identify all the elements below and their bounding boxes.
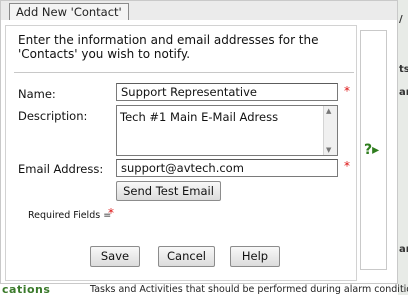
description-scrollbar[interactable]: ▲ ▼ bbox=[323, 106, 337, 155]
intro-text: Enter the information and email addresse… bbox=[18, 33, 319, 61]
scroll-up-icon[interactable]: ▲ bbox=[326, 107, 331, 115]
background-text: Tasks and Activities that should be perf… bbox=[90, 284, 408, 295]
help-button[interactable]: Help bbox=[230, 246, 280, 267]
name-label: Name: bbox=[18, 87, 56, 101]
help-side-panel: ?▸ bbox=[360, 30, 387, 270]
background-text: / bbox=[399, 14, 403, 25]
email-label: Email Address: bbox=[18, 162, 104, 176]
dialog-titlebar[interactable]: Add New 'Contact' bbox=[1, 1, 397, 20]
description-textarea[interactable]: Tech #1 Main E-Mail Adress ▲ ▼ bbox=[116, 105, 338, 156]
required-fields-label: Required Fields = bbox=[28, 210, 112, 221]
description-value: Tech #1 Main E-Mail Adress bbox=[120, 110, 279, 124]
name-input[interactable]: Support Representative bbox=[116, 83, 338, 101]
background-text: ar bbox=[399, 87, 408, 98]
required-marker: * bbox=[344, 84, 350, 98]
background-text: ts bbox=[399, 64, 408, 75]
save-button[interactable]: Save bbox=[90, 246, 140, 267]
send-test-email-button[interactable]: Send Test Email bbox=[116, 181, 221, 201]
background-text: ar bbox=[399, 244, 408, 255]
scroll-down-icon[interactable]: ▼ bbox=[326, 146, 331, 154]
background-heading: cations bbox=[2, 283, 51, 296]
divider bbox=[14, 72, 354, 73]
description-label: Description: bbox=[18, 109, 88, 123]
dialog-title: Add New 'Contact' bbox=[9, 3, 129, 20]
required-marker: * bbox=[344, 159, 350, 173]
cancel-button[interactable]: Cancel bbox=[158, 246, 215, 267]
email-input[interactable]: support@avtech.com bbox=[116, 159, 338, 177]
required-marker: * bbox=[108, 206, 114, 220]
add-contact-dialog: Add New 'Contact' Enter the information … bbox=[0, 0, 398, 284]
help-icon[interactable]: ?▸ bbox=[364, 142, 379, 158]
